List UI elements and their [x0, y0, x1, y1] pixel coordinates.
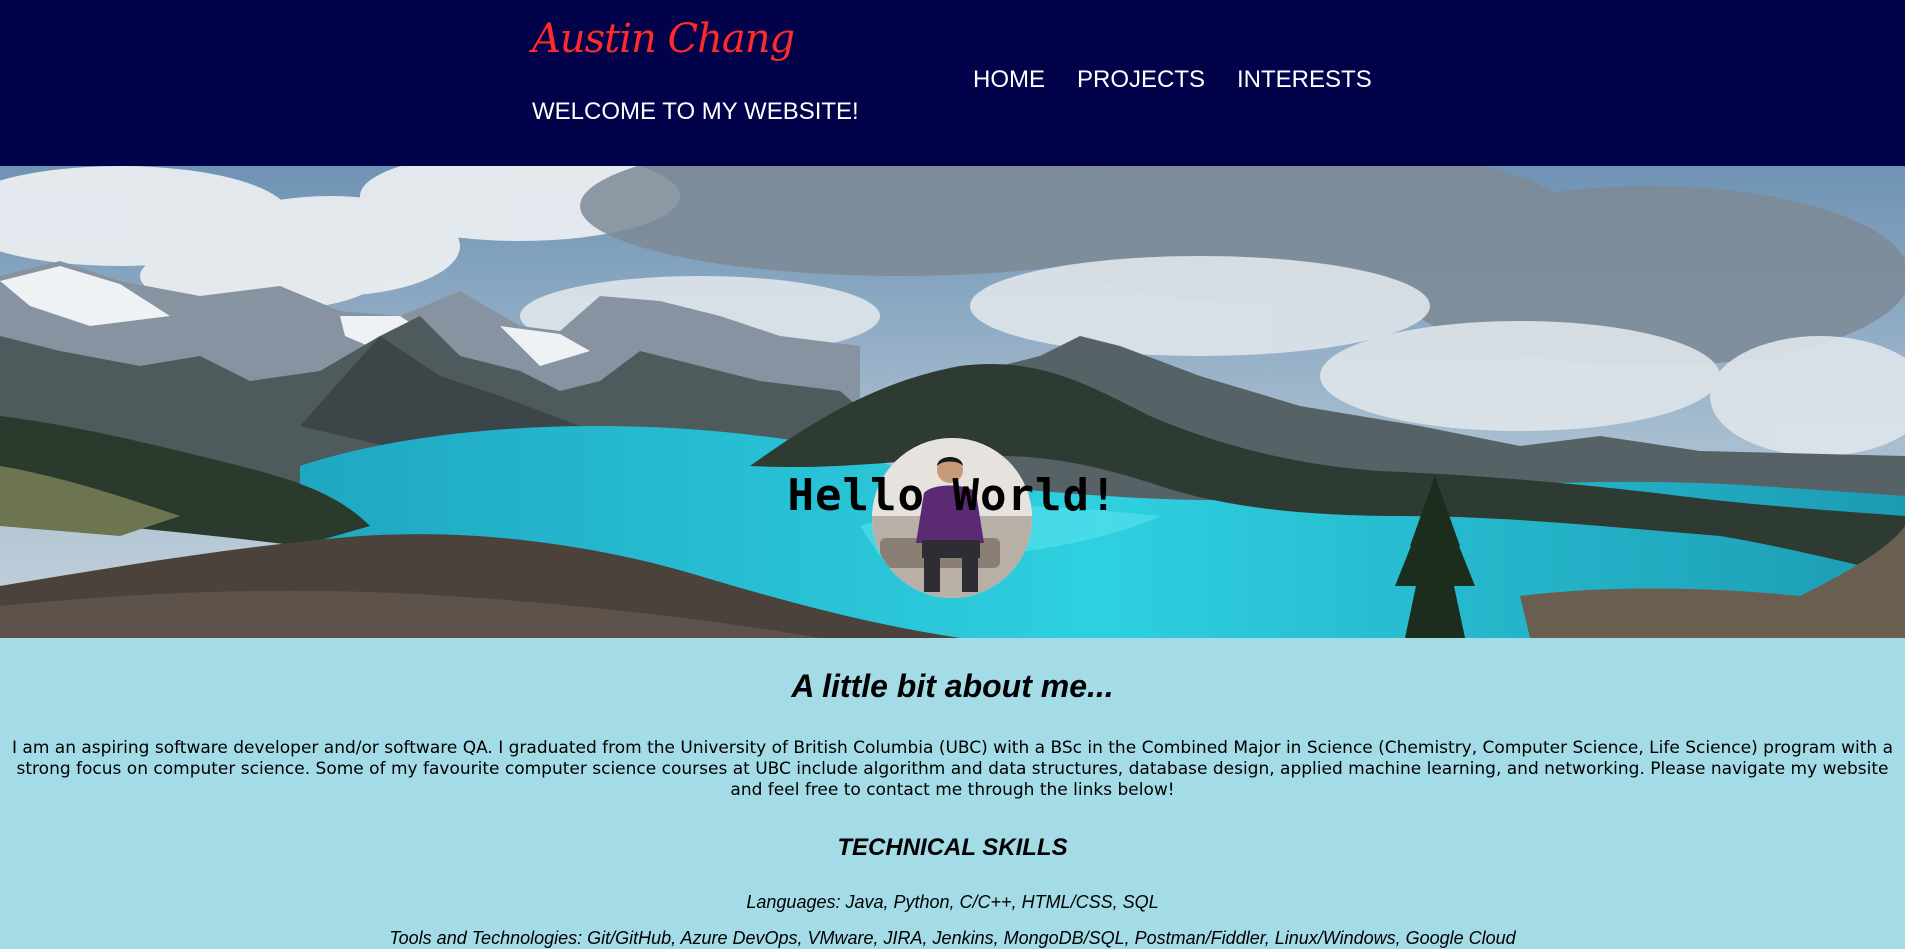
- site-header: Austin Chang WELCOME TO MY WEBSITE! HOME…: [0, 0, 1905, 166]
- nav-home-link[interactable]: HOME: [973, 66, 1045, 94]
- hero-title: Hello World!: [787, 470, 1118, 521]
- site-brand-name[interactable]: Austin Chang: [532, 16, 795, 62]
- about-heading: A little bit about me...: [791, 668, 1114, 704]
- welcome-tagline: WELCOME TO MY WEBSITE!: [532, 98, 859, 125]
- skills-tools: Tools and Technologies: Git/GitHub, Azur…: [389, 928, 1516, 948]
- nav-projects-link[interactable]: PROJECTS: [1077, 66, 1205, 94]
- technical-skills-heading: TECHNICAL SKILLS: [837, 834, 1068, 861]
- hero-banner: Hello World!: [0, 166, 1905, 638]
- about-section: A little bit about me... I am an aspirin…: [0, 638, 1905, 948]
- main-nav: HOME PROJECTS INTERESTS: [973, 66, 1372, 94]
- about-description: I am an aspiring software developer and/…: [11, 738, 1894, 800]
- skills-languages: Languages: Java, Python, C/C++, HTML/CSS…: [746, 892, 1159, 912]
- nav-interests-link[interactable]: INTERESTS: [1237, 66, 1372, 94]
